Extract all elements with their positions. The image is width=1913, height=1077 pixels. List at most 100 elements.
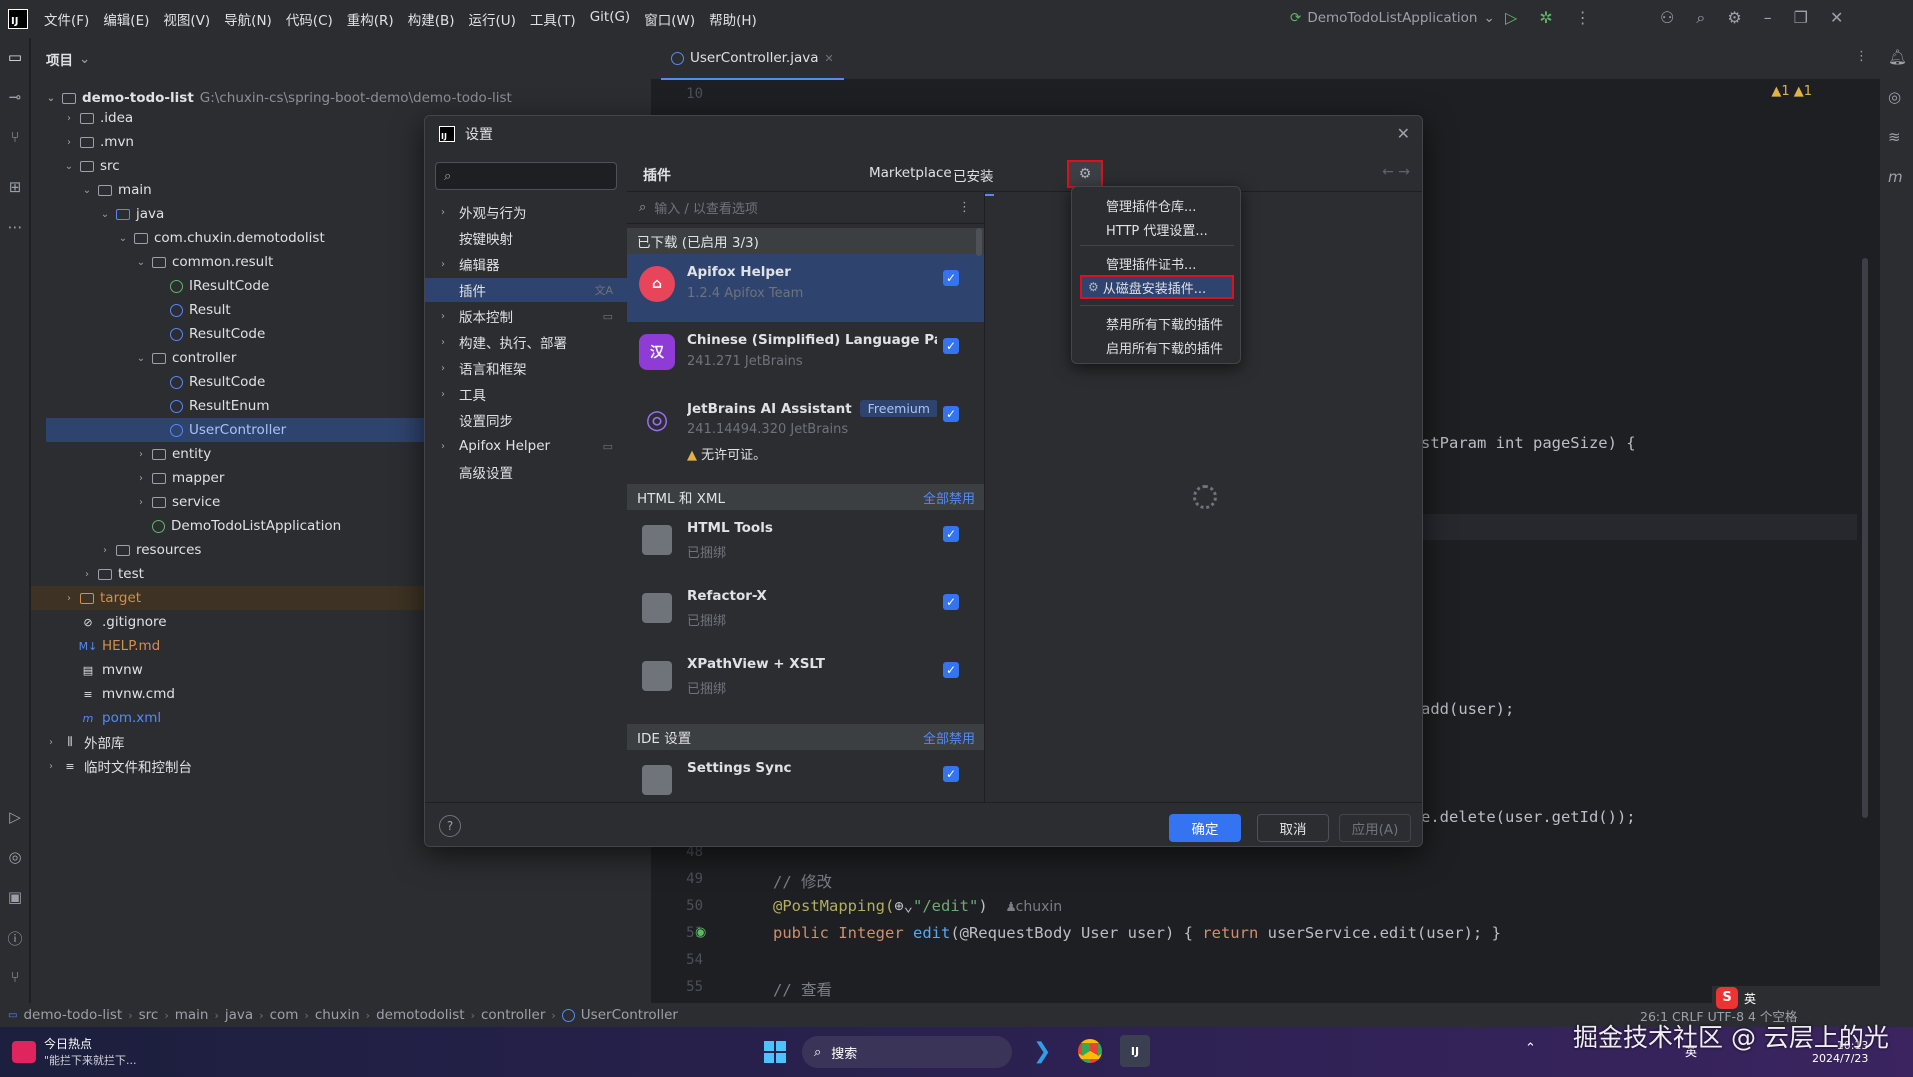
tree-item[interactable]: › .idea — [64, 106, 133, 130]
nav-item-languages[interactable]: › 语言和框架 — [425, 356, 627, 380]
ok-button[interactable]: 确定 — [1169, 814, 1241, 842]
breadcrumb-item[interactable]: controller — [481, 1007, 545, 1023]
chevron-right-icon[interactable]: › — [100, 545, 110, 556]
tree-item[interactable]: ⌄ java — [100, 202, 165, 226]
database-icon[interactable]: ≋ — [1888, 128, 1901, 146]
taskbar-search[interactable]: ⌕ 搜索 — [802, 1036, 1012, 1068]
tree-item[interactable]: ⌄ com.chuxin.demotodolist — [118, 226, 325, 250]
chevron-right-icon[interactable]: › — [46, 737, 56, 748]
structure-icon[interactable]: ⊞ — [6, 178, 24, 196]
run-tool-icon[interactable]: ▷ — [6, 808, 24, 826]
plugin-enabled-checkbox[interactable]: ✓ — [943, 406, 959, 422]
menu-code[interactable]: 代码(C) — [286, 9, 333, 29]
editor-scrollbar[interactable] — [1862, 258, 1868, 818]
search-icon[interactable]: ⌕ — [1696, 8, 1705, 28]
pull-request-icon[interactable]: ⑂ — [6, 128, 24, 146]
tree-item[interactable]: ⌄ main — [82, 178, 152, 202]
plugin-settings-gear-button[interactable]: ⚙ — [1067, 160, 1103, 188]
chevron-down-icon[interactable]: ⌄ — [136, 353, 146, 364]
run-config-selector[interactable]: ⟳ DemoTodoListApplication ⌄ — [1290, 10, 1495, 26]
plugin-enabled-checkbox[interactable]: ✓ — [943, 594, 959, 610]
chevron-right-icon[interactable]: › — [136, 449, 146, 460]
tree-item[interactable]: ⌄ controller — [136, 346, 237, 370]
plugin-item-html-tools[interactable]: HTML Tools 已捆绑 ✓ — [627, 510, 984, 578]
help-icon[interactable]: ? — [439, 815, 461, 837]
more-icon[interactable]: ⋮ — [1575, 8, 1591, 27]
more-icon[interactable]: ⋮ — [958, 200, 971, 215]
plugin-item-apifox[interactable]: ⌂ Apifox Helper 1.2.4 Apifox Team ✓ — [627, 254, 984, 322]
spring-endpoint-icon[interactable]: ◉ — [695, 925, 706, 940]
vscode-icon[interactable]: ❯ — [1033, 1039, 1051, 1064]
tree-item[interactable]: › resources — [100, 538, 201, 562]
chevron-down-icon[interactable]: ⌄ — [136, 257, 146, 268]
menu-item-manage-repositories[interactable]: 管理插件仓库... — [1080, 193, 1234, 217]
breadcrumb-item[interactable]: demo-todo-list — [23, 1007, 122, 1023]
nav-item-tools[interactable]: › 工具 — [425, 382, 627, 406]
nav-item-plugins[interactable]: 插件 文A — [425, 278, 627, 302]
chevron-right-icon[interactable]: › — [82, 569, 92, 580]
tree-item[interactable]: ≡ mvnw.cmd — [64, 682, 175, 706]
editor-tab[interactable]: UserController.java ✕ — [661, 38, 844, 80]
tray-chevron-up-icon[interactable]: ⌃ — [1525, 1041, 1536, 1056]
ime-toolbar[interactable]: S 英 — [1712, 986, 1908, 1010]
tree-item[interactable]: DemoTodoListApplication — [136, 514, 341, 538]
tree-item[interactable]: ⌄ common.result — [136, 250, 274, 274]
chevron-right-icon[interactable]: › — [64, 593, 74, 604]
apply-button[interactable]: 应用(A) — [1339, 814, 1411, 842]
menu-item-disable-downloaded[interactable]: 禁用所有下载的插件 — [1080, 311, 1234, 335]
tree-item[interactable]: › test — [82, 562, 144, 586]
chevron-right-icon[interactable]: › — [64, 137, 74, 148]
nav-item-advanced[interactable]: 高级设置 — [425, 460, 627, 484]
nav-item-build[interactable]: › 构建、执行、部署 — [425, 330, 627, 354]
tree-item[interactable]: › ≡ 临时文件和控制台 — [46, 754, 192, 778]
breadcrumb-item[interactable]: UserController — [581, 1007, 678, 1023]
nav-arrows-icon[interactable]: ← → — [1382, 164, 1410, 180]
breadcrumb-item[interactable]: main — [175, 1007, 209, 1023]
breadcrumb-item[interactable]: com — [270, 1007, 299, 1023]
chevron-right-icon[interactable]: › — [136, 497, 146, 508]
tree-item[interactable]: › .mvn — [64, 130, 134, 154]
tree-item[interactable]: ⌄ src — [64, 154, 120, 178]
run-icon[interactable]: ▷ — [1505, 8, 1517, 27]
menu-refactor[interactable]: 重构(R) — [347, 9, 394, 29]
menu-help[interactable]: 帮助(H) — [709, 9, 757, 29]
commit-icon[interactable]: ⊸ — [6, 88, 24, 106]
intellij-taskbar-icon[interactable]: IJ — [1120, 1035, 1150, 1067]
close-icon[interactable]: ✕ — [1830, 8, 1843, 28]
nav-item-keymap[interactable]: 按键映射 — [425, 226, 627, 250]
plugin-enabled-checkbox[interactable]: ✓ — [943, 338, 959, 354]
breadcrumb-item[interactable]: chuxin — [315, 1007, 360, 1023]
menu-git[interactable]: Git(G) — [590, 9, 631, 29]
tree-item[interactable]: › entity — [136, 442, 211, 466]
menu-file[interactable]: 文件(F) — [44, 9, 89, 29]
tab-marketplace[interactable]: Marketplace — [869, 165, 952, 181]
plugin-item-xpathview[interactable]: XPathView + XSLT 已捆绑 ✓ — [627, 646, 984, 714]
windows-start-icon[interactable] — [764, 1041, 786, 1063]
plugin-item-settings-sync[interactable]: Settings Sync ✓ — [627, 750, 984, 802]
news-widget[interactable]: 今日热点 "能拦下来就拦下... — [12, 1035, 137, 1068]
more-tools-icon[interactable]: ⋯ — [6, 218, 24, 236]
menu-item-install-from-disk[interactable]: ⚙ 从磁盘安装插件... — [1080, 275, 1234, 299]
nav-item-appearance[interactable]: › 外观与行为 — [425, 200, 627, 224]
menu-item-enable-downloaded[interactable]: 启用所有下载的插件 — [1080, 335, 1234, 359]
debug-icon[interactable]: ✲ — [1539, 8, 1552, 27]
close-icon[interactable]: ✕ — [1397, 124, 1410, 143]
chevron-right-icon[interactable]: › — [136, 473, 146, 484]
ai-assistant-icon[interactable]: ◎ — [1888, 88, 1901, 106]
breadcrumb-item[interactable]: demotodolist — [376, 1007, 465, 1023]
menu-navigate[interactable]: 导航(N) — [224, 9, 272, 29]
plugin-item-ai-assistant[interactable]: ◎ JetBrains AI Assistant Freemium 241.144… — [627, 390, 984, 480]
terminal-icon[interactable]: ▣ — [6, 888, 24, 906]
tree-item[interactable]: ResultCode — [154, 370, 265, 394]
plugin-enabled-checkbox[interactable]: ✓ — [943, 662, 959, 678]
intellij-logo-icon[interactable]: IJ — [8, 9, 28, 29]
nav-item-settings-sync[interactable]: 设置同步 — [425, 408, 627, 432]
menu-build[interactable]: 构建(B) — [408, 9, 455, 29]
menu-edit[interactable]: 编辑(E) — [103, 9, 149, 29]
tree-item[interactable]: m pom.xml — [64, 706, 162, 730]
menu-window[interactable]: 窗口(W) — [644, 9, 695, 29]
chevron-down-icon[interactable]: ⌄ — [46, 93, 56, 104]
disable-all-link[interactable]: 全部禁用 — [923, 488, 975, 507]
plugin-item-chinese[interactable]: 汉 Chinese (Simplified) Language Pac... 2… — [627, 322, 984, 390]
tree-item[interactable]: IResultCode — [154, 274, 269, 298]
